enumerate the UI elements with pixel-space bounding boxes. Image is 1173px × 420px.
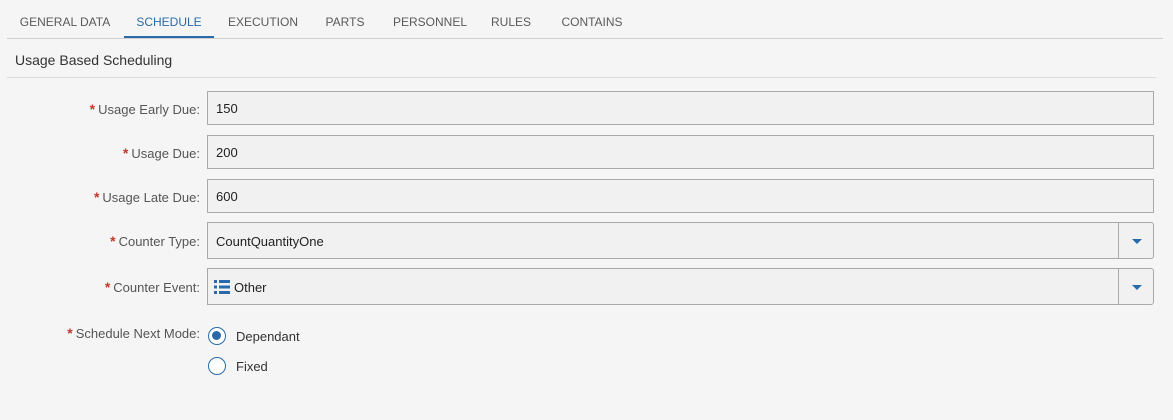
- section-divider: [7, 77, 1156, 78]
- tab-bar: GENERAL DATA SCHEDULE EXECUTION PARTS PE…: [7, 0, 1163, 39]
- chevron-down-icon: [1132, 239, 1142, 244]
- usage-due-label: * Usage Due:: [122, 145, 200, 161]
- list-icon: [214, 280, 230, 294]
- tab-general-data[interactable]: GENERAL DATA: [13, 0, 117, 37]
- radio-button[interactable]: [208, 357, 226, 375]
- counter-event-label: * Counter Event:: [104, 279, 200, 295]
- counter-event-dropdown-button[interactable]: [1118, 269, 1153, 304]
- usage-early-due-input[interactable]: 150: [207, 91, 1154, 125]
- tab-rules[interactable]: RULES: [488, 0, 534, 37]
- usage-due-input[interactable]: 200: [207, 135, 1154, 169]
- counter-type-dropdown-button[interactable]: [1118, 223, 1153, 258]
- required-marker: *: [93, 189, 100, 205]
- schedule-next-mode-label: * Schedule Next Mode:: [67, 325, 200, 341]
- radio-label: Fixed: [236, 359, 268, 374]
- tab-parts[interactable]: PARTS: [320, 0, 370, 37]
- counter-event-value: Other: [234, 280, 267, 295]
- radio-label: Dependant: [236, 329, 300, 344]
- required-marker: *: [110, 233, 116, 249]
- chevron-down-icon: [1132, 285, 1142, 290]
- radio-dependant[interactable]: Dependant: [207, 327, 327, 349]
- tab-execution[interactable]: EXECUTION: [223, 0, 303, 37]
- required-marker: *: [67, 325, 73, 341]
- usage-early-due-label: * Usage Early Due:: [89, 101, 200, 117]
- section-title: Usage Based Scheduling: [15, 52, 173, 68]
- required-marker: *: [122, 145, 129, 161]
- tab-schedule[interactable]: SCHEDULE: [124, 0, 214, 38]
- counter-type-label: * Counter Type:: [110, 233, 200, 249]
- usage-late-due-label: * Usage Late Due:: [93, 189, 200, 205]
- radio-fixed[interactable]: Fixed: [207, 357, 327, 379]
- counter-type-value: CountQuantityOne: [216, 234, 324, 249]
- radio-button-selected[interactable]: [208, 327, 226, 345]
- tab-personnel[interactable]: PERSONNEL: [387, 0, 473, 37]
- required-marker: *: [89, 101, 96, 117]
- required-marker: *: [104, 279, 111, 295]
- usage-late-due-input[interactable]: 600: [207, 179, 1154, 213]
- tab-contains[interactable]: CONTAINS: [556, 0, 628, 37]
- counter-type-select[interactable]: CountQuantityOne: [207, 222, 1154, 259]
- counter-event-select[interactable]: Other: [207, 268, 1154, 305]
